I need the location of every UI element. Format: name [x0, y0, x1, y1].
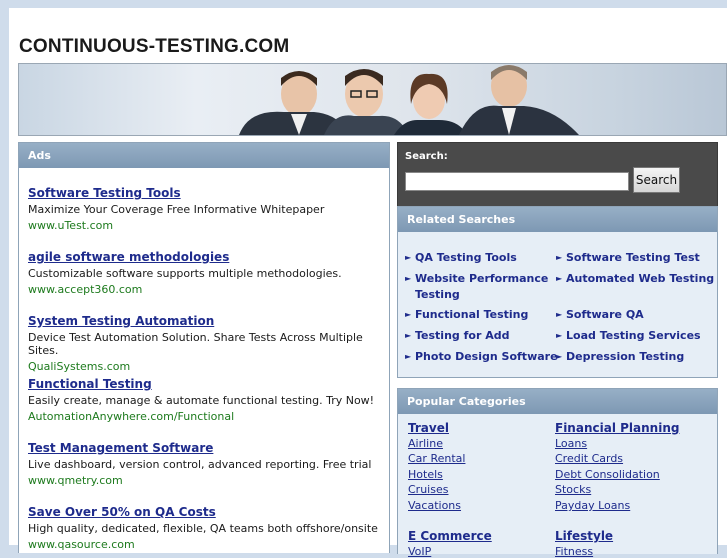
ad-title-link[interactable]: Save Over 50% on QA Costs [28, 505, 378, 519]
ad-url-link[interactable]: www.accept360.com [28, 283, 342, 296]
category-link[interactable]: Payday Loans [555, 499, 630, 512]
category-link[interactable]: Airline [408, 437, 443, 450]
ad-item: Test Management Software Live dashboard,… [28, 441, 371, 487]
search-input[interactable] [405, 172, 629, 191]
ad-title-link[interactable]: Functional Testing [28, 377, 374, 391]
arrow-icon: ► [405, 274, 412, 283]
related-searches-panel: Related Searches ► QA Testing Tools ► So… [397, 206, 718, 378]
arrow-icon: ► [405, 352, 412, 361]
category-link[interactable]: VoIP [408, 545, 431, 558]
arrow-icon: ► [556, 310, 563, 319]
ad-url-link[interactable]: AutomationAnywhere.com/Functional [28, 410, 374, 423]
banner-image [18, 63, 727, 136]
ad-description: Maximize Your Coverage Free Informative … [28, 203, 325, 216]
arrow-icon: ► [405, 253, 412, 262]
related-search-link[interactable]: ► Depression Testing [556, 349, 684, 365]
popular-categories-panel: Popular Categories Travel Airline Car Re… [397, 388, 718, 558]
category-link[interactable]: Fitness [555, 545, 593, 558]
ad-description: Device Test Automation Solution. Share T… [28, 331, 363, 357]
category-link[interactable]: Hotels [408, 468, 443, 481]
related-search-link[interactable]: ► Software Testing Test [556, 250, 700, 266]
arrow-icon: ► [405, 331, 412, 340]
ad-url-link[interactable]: QualiSystems.com [28, 360, 389, 373]
ad-description: Easily create, manage & automate functio… [28, 394, 375, 407]
ad-item: System Testing Automation Device Test Au… [28, 314, 389, 373]
search-button[interactable]: Search [633, 167, 680, 193]
popular-categories-heading: Popular Categories [398, 389, 717, 414]
site-title: CONTINUOUS-TESTING.COM [19, 36, 290, 57]
ads-heading: Ads [19, 143, 389, 168]
related-search-link[interactable]: ► QA Testing Tools [405, 250, 517, 266]
related-search-link[interactable]: ► Automated Web Testing [556, 271, 714, 287]
category-link[interactable]: Loans [555, 437, 587, 450]
related-search-link[interactable]: ► Photo Design Software [405, 349, 558, 365]
related-search-link[interactable]: ► Website Performance Testing [405, 271, 548, 303]
category-title-link[interactable]: E Commerce [408, 529, 492, 543]
ad-item: agile software methodologies Customizabl… [28, 250, 342, 296]
page: CONTINUOUS-TESTING.COM Ads Software Test… [9, 8, 727, 558]
category-link[interactable]: Stocks [555, 483, 591, 496]
ad-description: Customizable software supports multiple … [28, 267, 342, 280]
arrow-icon: ► [556, 274, 563, 283]
category-link[interactable]: Cruises [408, 483, 448, 496]
ad-title-link[interactable]: System Testing Automation [28, 314, 389, 328]
category-title-link[interactable]: Travel [408, 421, 449, 435]
related-search-link[interactable]: ► Load Testing Services [556, 328, 701, 344]
ad-title-link[interactable]: Test Management Software [28, 441, 371, 455]
ad-description: Live dashboard, version control, advance… [28, 458, 372, 471]
arrow-icon: ► [405, 310, 412, 319]
people-illustration [239, 65, 579, 135]
ad-url-link[interactable]: www.uTest.com [28, 219, 324, 232]
ad-title-link[interactable]: agile software methodologies [28, 250, 342, 264]
category-link[interactable]: Car Rental [408, 452, 465, 465]
category-link[interactable]: Vacations [408, 499, 461, 512]
related-search-link[interactable]: ► Testing for Add [405, 328, 509, 344]
arrow-icon: ► [556, 253, 563, 262]
arrow-icon: ► [556, 331, 563, 340]
ad-item: Save Over 50% on QA Costs High quality, … [28, 505, 378, 551]
ads-panel: Ads Software Testing Tools Maximize Your… [18, 142, 390, 553]
ad-item: Software Testing Tools Maximize Your Cov… [28, 186, 324, 232]
related-search-link[interactable]: ► Software QA [556, 307, 644, 323]
search-label: Search: [405, 151, 448, 162]
related-searches-heading: Related Searches [398, 207, 717, 232]
ad-description: High quality, dedicated, flexible, QA te… [28, 522, 378, 535]
category-title-link[interactable]: Lifestyle [555, 529, 613, 543]
category-link[interactable]: Credit Cards [555, 452, 623, 465]
related-search-link[interactable]: ► Functional Testing [405, 307, 528, 323]
ad-url-link[interactable]: www.qmetry.com [28, 474, 371, 487]
arrow-icon: ► [556, 352, 563, 361]
ad-item: Functional Testing Easily create, manage… [28, 377, 374, 423]
search-panel: Search: Search [397, 142, 718, 207]
ad-title-link[interactable]: Software Testing Tools [28, 186, 324, 200]
category-link[interactable]: Debt Consolidation [555, 468, 660, 481]
category-title-link[interactable]: Financial Planning [555, 421, 679, 435]
